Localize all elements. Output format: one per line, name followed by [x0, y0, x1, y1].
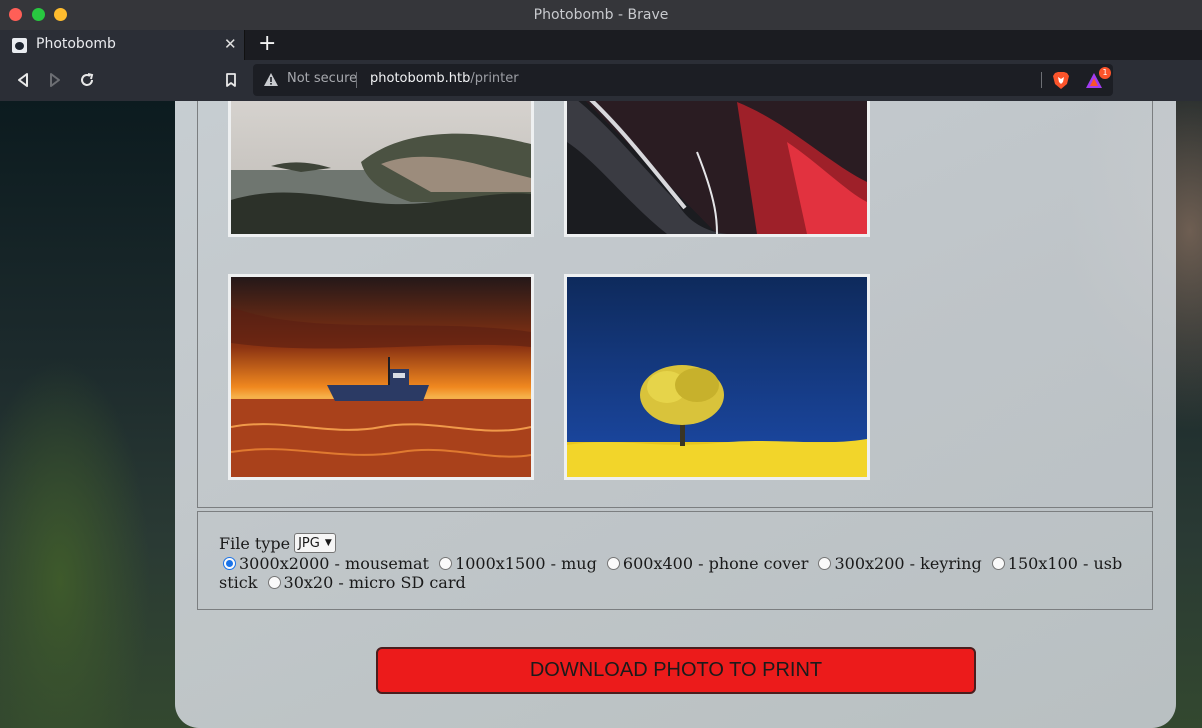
photo-gallery [197, 101, 1153, 508]
filetype-selected-value: JPG [298, 535, 320, 551]
size-radio-micro-sd[interactable] [267, 576, 281, 589]
url-divider [356, 72, 357, 88]
size-radio-mousemat[interactable] [223, 557, 236, 570]
photo-thumbnail[interactable] [228, 274, 534, 480]
size-label: 30x20 - micro SD card [283, 573, 466, 592]
size-label: 300x200 - keyring [834, 554, 982, 573]
tab-strip: Photobomb ✕ + [0, 30, 1202, 60]
size-radio-keyring[interactable] [818, 557, 832, 570]
filetype-select[interactable]: JPG ▼ [294, 533, 336, 553]
new-tab-button[interactable]: + [258, 31, 276, 56]
tab-photobomb[interactable]: Photobomb ✕ [0, 30, 245, 60]
bookmark-icon[interactable] [222, 71, 240, 89]
tab-title: Photobomb [36, 36, 116, 52]
size-label: 3000x2000 - mousemat [239, 554, 429, 573]
size-radio-usb-stick[interactable] [991, 557, 1005, 570]
warning-triangle-icon[interactable] [264, 73, 278, 86]
reload-icon[interactable] [78, 71, 96, 89]
title-bar: Photobomb - Brave [0, 0, 1202, 30]
url-host: photobomb.htb [370, 71, 471, 86]
url-divider-right [1041, 72, 1042, 88]
size-radio-mug[interactable] [439, 557, 453, 570]
chevron-down-icon: ▼ [324, 537, 332, 548]
browser-toolbar: Not secure photobomb.htb/printer 1 [0, 60, 1202, 101]
close-tab-icon[interactable]: ✕ [224, 35, 237, 53]
filetype-label: File type [219, 533, 291, 553]
back-arrow-icon[interactable] [14, 71, 32, 89]
brave-shields-icon[interactable] [1052, 71, 1070, 90]
photo-thumbnail[interactable] [228, 101, 534, 237]
size-label: 600x400 - phone cover [622, 554, 809, 573]
forward-arrow-icon[interactable] [46, 71, 64, 89]
address-bar[interactable]: Not secure photobomb.htb/printer 1 [253, 64, 1113, 96]
size-options: 3000x2000 - mousemat 1000x1500 - mug 600… [219, 554, 1132, 592]
url-text[interactable]: photobomb.htb/printer [370, 71, 519, 86]
photo-thumbnail[interactable] [564, 274, 870, 480]
url-path: /printer [470, 71, 519, 86]
security-status-label[interactable]: Not secure [287, 71, 357, 86]
camera-favicon-icon [12, 38, 27, 53]
page-content-panel: File type JPG ▼ 3000x2000 - mousemat 1000… [175, 101, 1176, 728]
window-title: Photobomb - Brave [533, 7, 669, 23]
page-viewport: File type JPG ▼ 3000x2000 - mousemat 1000… [0, 101, 1202, 728]
rewards-badge: 1 [1099, 67, 1111, 79]
size-radio-phone-cover[interactable] [606, 557, 620, 570]
size-label: 1000x1500 - mug [455, 554, 597, 573]
download-photo-button[interactable]: DOWNLOAD PHOTO TO PRINT [376, 647, 976, 694]
photo-thumbnail[interactable] [564, 101, 870, 237]
print-options-form: File type JPG ▼ 3000x2000 - mousemat 1000… [197, 511, 1153, 610]
